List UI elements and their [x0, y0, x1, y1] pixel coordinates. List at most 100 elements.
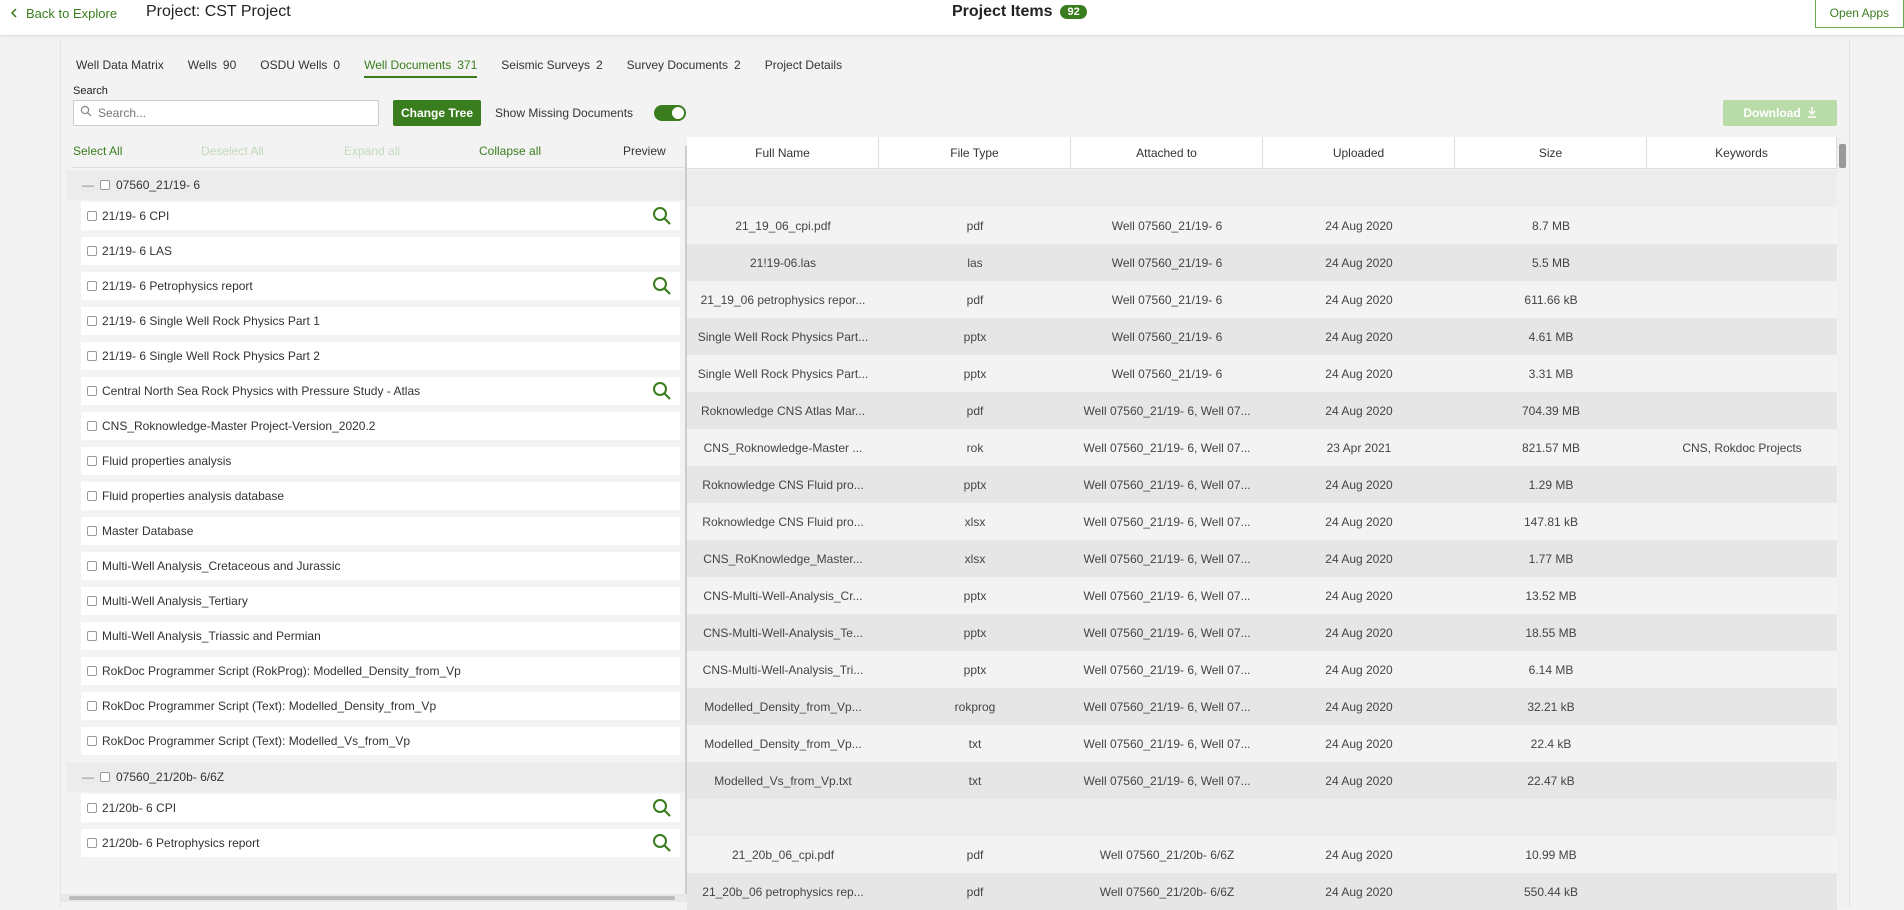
group-checkbox[interactable] [100, 772, 110, 782]
tree-item[interactable]: RokDoc Programmer Script (Text): Modelle… [81, 692, 680, 720]
project-items-count-badge: 92 [1060, 5, 1087, 19]
item-checkbox[interactable] [87, 561, 97, 571]
tree-item[interactable]: Central North Sea Rock Physics with Pres… [81, 377, 680, 405]
table-row[interactable]: Roknowledge CNS Atlas Mar... pdf Well 0756… [687, 392, 1837, 429]
table-row[interactable]: CNS-Multi-Well-Analysis_Tri... pptx Well 0… [687, 651, 1837, 688]
search-box[interactable] [73, 100, 379, 126]
table-row[interactable]: CNS-Multi-Well-Analysis_Cr... pptx Well 07… [687, 577, 1837, 614]
item-checkbox[interactable] [87, 351, 97, 361]
column-header-keywords[interactable]: Keywords [1647, 137, 1837, 168]
tree-item[interactable]: Multi-Well Analysis_Tertiary [81, 587, 680, 615]
item-checkbox[interactable] [87, 211, 97, 221]
tree-item[interactable]: Multi-Well Analysis_Triassic and Permian [81, 622, 680, 650]
cell-attached: Well 07560_21/19- 6, Well 07... [1083, 588, 1251, 603]
change-tree-button[interactable]: Change Tree [393, 100, 482, 126]
cell-attached: Well 07560_21/19- 6 [1111, 366, 1223, 381]
project-title: Project: CST Project [146, 3, 291, 20]
item-checkbox[interactable] [87, 803, 97, 813]
item-label: Multi-Well Analysis_Tertiary [102, 594, 248, 608]
table-row[interactable]: 21!19-06.las las Well 07560_21/19- 6 24 Aug… [687, 244, 1837, 281]
tree-item[interactable]: Master Database [81, 517, 680, 545]
tab-osdu-wells[interactable]: OSDU Wells 0 [260, 58, 340, 78]
tree-item[interactable]: Fluid properties analysis [81, 447, 680, 475]
group-checkbox[interactable] [100, 180, 110, 190]
item-checkbox[interactable] [87, 736, 97, 746]
collapse-all-link[interactable]: Collapse all [479, 144, 541, 158]
table-row[interactable]: Single Well Rock Physics Part... pptx Well… [687, 318, 1837, 355]
tree-item[interactable]: RokDoc Programmer Script (RokProg): Mode… [81, 657, 680, 685]
tree-item[interactable]: 21/19- 6 Petrophysics report [81, 272, 680, 300]
open-apps-button[interactable]: Open Apps [1814, 0, 1904, 28]
column-header-attached-to[interactable]: Attached to [1071, 137, 1263, 168]
table-row[interactable]: 21_19_06_cpi.pdf pdf Well 07560_21/19- 6 24… [687, 207, 1837, 244]
tree-item[interactable]: Fluid properties analysis database [81, 482, 680, 510]
item-checkbox[interactable] [87, 246, 97, 256]
table-row[interactable]: Single Well Rock Physics Part... pptx Well… [687, 355, 1837, 392]
table-row[interactable]: CNS_RoKnowledge_Master... xlsx Well 07560_… [687, 540, 1837, 577]
tab-survey-documents[interactable]: Survey Documents 2 [627, 58, 741, 78]
download-button[interactable]: Download [1723, 100, 1837, 126]
tab-well-data-matrix[interactable]: Well Data Matrix [76, 58, 164, 78]
item-checkbox[interactable] [87, 281, 97, 291]
tab-well-documents[interactable]: Well Documents 371 [364, 58, 478, 78]
vertical-scrollbar[interactable] [1838, 137, 1847, 907]
column-header-full-name[interactable]: Full Name [687, 137, 879, 168]
table-row[interactable]: CNS_Roknowledge-Master ... rok Well 07560_… [687, 429, 1837, 466]
horizontal-scrollbar-thumb[interactable] [69, 896, 675, 900]
tree-item[interactable]: 21/20b- 6 Petrophysics report [81, 829, 680, 857]
collapse-icon[interactable]: — [82, 770, 94, 784]
item-checkbox[interactable] [87, 526, 97, 536]
table-row[interactable]: Modelled_Density_from_Vp... txt Well 07560… [687, 725, 1837, 762]
tree-item[interactable]: 21/19- 6 Single Well Rock Physics Part 2 [81, 342, 680, 370]
tree-item[interactable]: 21/19- 6 Single Well Rock Physics Part 1 [81, 307, 680, 335]
tab-seismic-surveys[interactable]: Seismic Surveys 2 [501, 58, 602, 78]
select-all-link[interactable]: Select All [73, 144, 122, 158]
tree-item[interactable]: 21/20b- 6 CPI [81, 794, 680, 822]
preview-search-icon[interactable] [652, 381, 672, 404]
column-header-file-type[interactable]: File Type [879, 137, 1071, 168]
preview-search-icon[interactable] [652, 206, 672, 229]
tree-item[interactable]: Multi-Well Analysis_Cretaceous and Juras… [81, 552, 680, 580]
item-checkbox[interactable] [87, 596, 97, 606]
table-row[interactable]: 21_20b_06_cpi.pdf pdf Well 07560_21/20b- 6… [687, 836, 1837, 873]
item-checkbox[interactable] [87, 386, 97, 396]
table-row[interactable]: Roknowledge CNS Fluid pro... pptx Well 075… [687, 466, 1837, 503]
tree-item[interactable]: RokDoc Programmer Script (Text): Modelle… [81, 727, 680, 755]
collapse-icon[interactable]: — [82, 178, 94, 192]
column-header-uploaded[interactable]: Uploaded [1263, 137, 1455, 168]
table-row[interactable]: CNS-Multi-Well-Analysis_Te... pptx Well 07… [687, 614, 1837, 651]
tree-group[interactable]: — 07560_21/19- 6 [66, 170, 692, 200]
table-row[interactable]: Modelled_Vs_from_Vp.txt txt Well 07560_21/… [687, 762, 1837, 799]
search-input[interactable] [98, 106, 358, 120]
item-checkbox[interactable] [87, 701, 97, 711]
tree-item[interactable]: CNS_Roknowledge-Master Project-Version_2… [81, 412, 680, 440]
item-checkbox[interactable] [87, 316, 97, 326]
vertical-scrollbar-thumb[interactable] [1839, 144, 1846, 168]
column-header-size[interactable]: Size [1455, 137, 1647, 168]
cell-attached: Well 07560_21/19- 6, Well 07... [1083, 773, 1251, 788]
table-row[interactable]: 21_19_06 petrophysics repor... pdf Well 07… [687, 281, 1837, 318]
back-to-explore-link[interactable]: Back to Explore [10, 6, 117, 21]
item-checkbox[interactable] [87, 666, 97, 676]
deselect-all-link[interactable]: Deselect All [201, 144, 264, 158]
table-row[interactable]: Roknowledge CNS Fluid pro... xlsx Well 075… [687, 503, 1837, 540]
item-checkbox[interactable] [87, 421, 97, 431]
preview-search-icon[interactable] [652, 276, 672, 299]
show-missing-documents-toggle[interactable] [654, 105, 686, 121]
tree-group[interactable]: — 07560_21/20b- 6/6Z [66, 762, 692, 792]
tree-item[interactable]: 21/19- 6 CPI [81, 202, 680, 230]
tree-item[interactable]: 21/19- 6 LAS [81, 237, 680, 265]
table-row[interactable]: 21_20b_06 petrophysics rep... pdf Well 075… [687, 873, 1837, 910]
preview-search-icon[interactable] [652, 833, 672, 856]
cell-keywords: CNS, Rokdoc Projects [1682, 440, 1802, 455]
item-checkbox[interactable] [87, 838, 97, 848]
preview-search-icon[interactable] [652, 798, 672, 821]
item-checkbox[interactable] [87, 456, 97, 466]
item-checkbox[interactable] [87, 491, 97, 501]
expand-all-link[interactable]: Expand all [344, 144, 400, 158]
tab-count: 0 [333, 58, 341, 72]
item-checkbox[interactable] [87, 631, 97, 641]
table-row[interactable]: Modelled_Density_from_Vp... rokprog Well 0… [687, 688, 1837, 725]
tab-project-details[interactable]: Project Details [765, 58, 842, 78]
tab-wells[interactable]: Wells 90 [188, 58, 236, 78]
